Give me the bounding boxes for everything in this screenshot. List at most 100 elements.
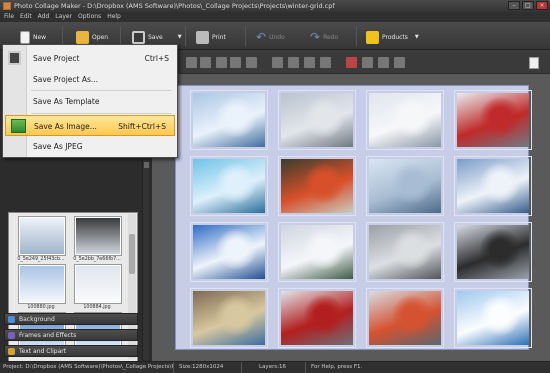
panel-scrollbar[interactable]	[142, 160, 149, 360]
collage-photo-6[interactable]	[366, 156, 444, 216]
menu-options[interactable]: Options	[78, 12, 101, 22]
collage-photo-2[interactable]	[366, 90, 444, 150]
photo-image	[281, 291, 353, 345]
photo-image	[193, 291, 265, 345]
thumbnail-label: 100884.jpg	[83, 305, 111, 310]
clipart-icon	[8, 348, 15, 355]
status-bar: Project: D:\Dropbox (AMS Software)\Photo…	[0, 361, 550, 373]
collage-photo-0[interactable]	[190, 90, 268, 150]
photo-image	[193, 93, 265, 147]
shuffle-icon[interactable]	[394, 57, 405, 68]
collage-photo-7[interactable]	[454, 156, 532, 216]
thumbnail-3[interactable]	[75, 265, 121, 303]
section-background[interactable]: Background	[4, 313, 138, 325]
collage-photo-14[interactable]	[366, 288, 444, 348]
section-text-clipart[interactable]: Text and Clipart	[4, 345, 138, 357]
status-help: For Help, press F1.	[311, 364, 363, 370]
undo-button[interactable]: ↶ Undo	[256, 28, 285, 46]
collage-photo-13[interactable]	[278, 288, 356, 348]
thumbnail-label: 0_5e2bb_7e66fb7...	[73, 257, 121, 262]
collage-page	[175, 85, 532, 350]
collage-photo-1[interactable]	[278, 90, 356, 150]
maximize-button[interactable]: □	[522, 1, 534, 10]
save-dropdown-arrow-icon[interactable]: ▼	[178, 34, 182, 40]
photo-collage-maker-window: Photo Collage Maker - D:\Dropbox (AMS So…	[0, 0, 550, 373]
edit-toolbar	[180, 52, 550, 74]
new-icon	[20, 30, 30, 44]
products-dropdown-arrow-icon[interactable]: ▼	[415, 34, 419, 40]
save-dropdown-menu: Save Project Ctrl+S Save Project As... S…	[2, 44, 178, 158]
flip-vertical-icon[interactable]	[288, 57, 299, 68]
redo-button[interactable]: ↷ Redo	[310, 28, 338, 46]
photo-image	[457, 159, 529, 213]
section-frames-effects[interactable]: Frames and Effects	[4, 329, 138, 341]
collage-photo-9[interactable]	[278, 222, 356, 282]
status-project-path: Project: D:\Dropbox (AMS Software)\Photo…	[0, 362, 174, 373]
photo-image	[369, 93, 441, 147]
photo-image	[193, 225, 265, 279]
menu-item-save-as-jpeg[interactable]: Save As JPEG	[3, 136, 177, 157]
page-icon[interactable]	[529, 57, 539, 69]
status-size: Size:1280x1024	[176, 362, 242, 373]
send-back-icon[interactable]	[230, 57, 241, 68]
thumbnail-2[interactable]	[19, 265, 65, 303]
app-icon	[3, 2, 11, 10]
copy-icon[interactable]	[186, 57, 197, 68]
folder-icon	[76, 30, 89, 44]
collage-photo-10[interactable]	[366, 222, 444, 282]
products-icon	[366, 30, 379, 44]
bring-front-icon[interactable]	[216, 57, 227, 68]
products-button[interactable]: Products ▼	[366, 28, 419, 46]
redo-icon: ↷	[310, 30, 321, 44]
photo-image	[281, 93, 353, 147]
crop-icon[interactable]	[362, 57, 373, 68]
collage-photo-8[interactable]	[190, 222, 268, 282]
background-icon	[8, 316, 15, 323]
menu-help[interactable]: Help	[107, 12, 121, 22]
minimize-button[interactable]: –	[508, 1, 520, 10]
paste-icon[interactable]	[200, 57, 211, 68]
collage-photo-5[interactable]	[278, 156, 356, 216]
photo-image	[281, 225, 353, 279]
photo-image	[369, 225, 441, 279]
menu-item-save-as-image[interactable]: Save As Image... Shift+Ctrl+S	[5, 115, 175, 136]
floppy-icon	[132, 30, 145, 44]
window-title: Photo Collage Maker - D:\Dropbox (AMS So…	[14, 2, 335, 10]
flip-horizontal-icon[interactable]	[272, 57, 283, 68]
menu-item-save-project-as[interactable]: Save Project As...	[3, 69, 177, 90]
undo-icon: ↶	[256, 30, 267, 44]
frames-icon	[8, 332, 15, 339]
menu-bar: File Edit Add Layer Options Help	[0, 12, 550, 22]
photo-image	[281, 159, 353, 213]
menu-add[interactable]: Add	[38, 12, 50, 22]
status-layers: Layers:16	[256, 362, 306, 373]
photo-image	[369, 291, 441, 345]
thumbnail-0[interactable]	[19, 217, 65, 255]
floppy-icon	[8, 51, 21, 65]
photo-image	[457, 225, 529, 279]
settings-icon[interactable]	[378, 57, 389, 68]
close-button[interactable]: ×	[536, 1, 548, 10]
menu-edit[interactable]: Edit	[20, 12, 32, 22]
collage-photo-11[interactable]	[454, 222, 532, 282]
rotate-icon[interactable]	[304, 57, 315, 68]
photo-image	[369, 159, 441, 213]
collage-photo-3[interactable]	[454, 90, 532, 150]
thumbnail-label: 0_5e249_25f43cb...	[17, 257, 65, 262]
title-bar: Photo Collage Maker - D:\Dropbox (AMS So…	[0, 0, 550, 12]
photo-image	[457, 291, 529, 345]
photo-image	[193, 159, 265, 213]
thumbnail-1[interactable]	[75, 217, 121, 255]
menu-layer[interactable]: Layer	[55, 12, 72, 22]
delete-icon[interactable]	[346, 57, 357, 68]
align-icon[interactable]	[246, 57, 257, 68]
collage-photo-12[interactable]	[190, 288, 268, 348]
menu-item-save-as-template[interactable]: Save As Template	[3, 91, 177, 112]
print-button[interactable]: Print	[196, 28, 226, 46]
menu-file[interactable]: File	[4, 12, 14, 22]
mirror-icon[interactable]	[320, 57, 331, 68]
collage-photo-15[interactable]	[454, 288, 532, 348]
printer-icon	[196, 30, 209, 44]
collage-photo-4[interactable]	[190, 156, 268, 216]
menu-item-save-project[interactable]: Save Project Ctrl+S	[3, 48, 177, 69]
